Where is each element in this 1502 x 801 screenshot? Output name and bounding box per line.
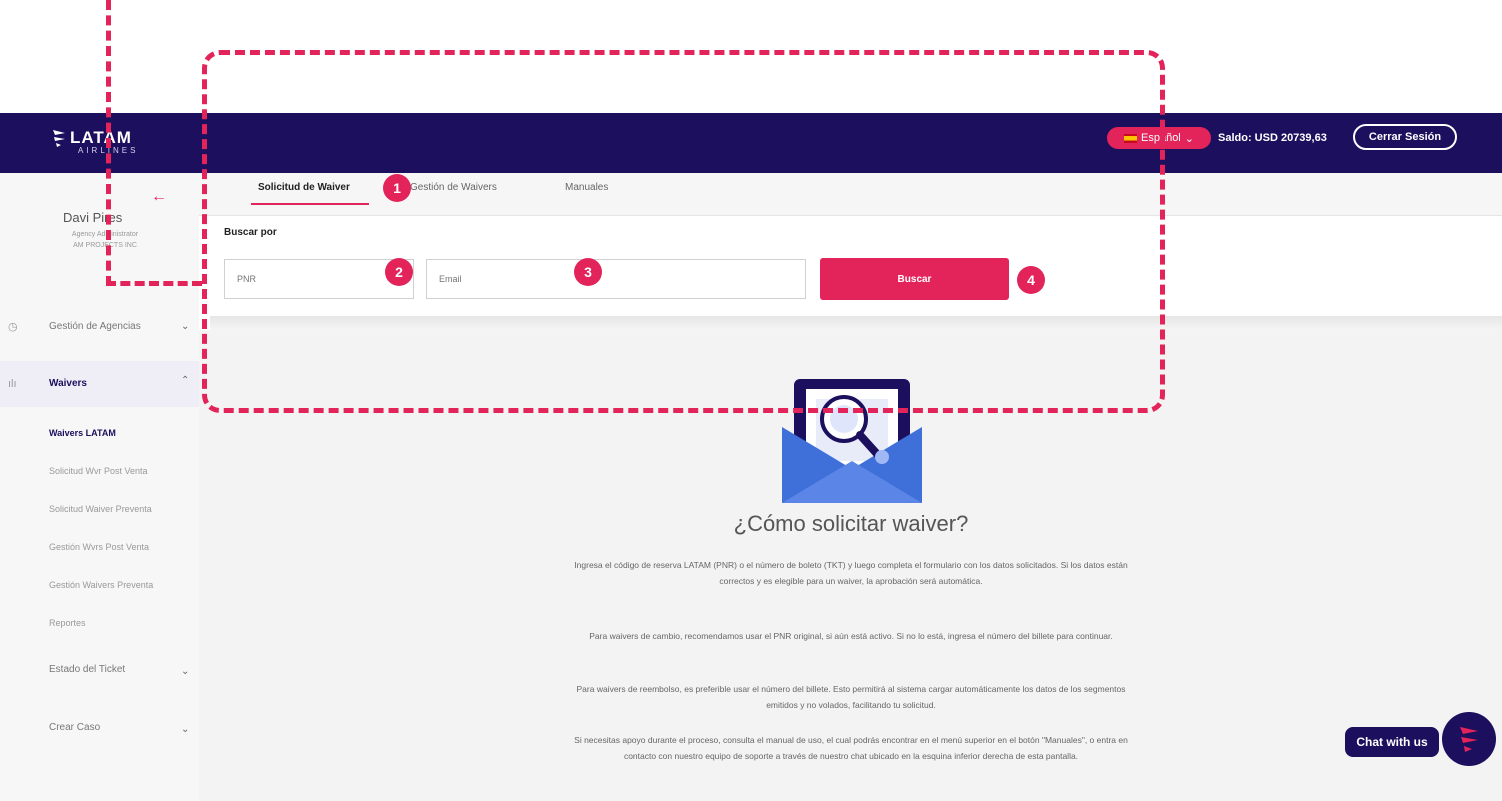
annotation-dashed-connector xyxy=(106,281,202,286)
instructions-paragraph-4: Si necesitas apoyo durante el proceso, c… xyxy=(574,735,1128,761)
sidebar-active-bg xyxy=(0,361,199,407)
page-title: ¿Cómo solicitar waiver? xyxy=(733,511,969,536)
sidebar-subitem-gestion-preventa[interactable]: Gestión Waivers Preventa xyxy=(49,580,153,590)
sidebar-subitem-solicitud-preventa[interactable]: Solicitud Waiver Preventa xyxy=(49,504,152,514)
chevron-down-icon[interactable]: ⌄ xyxy=(181,724,189,735)
annotation-dashed-line xyxy=(106,0,111,286)
chevron-down-icon: ⌄ xyxy=(1184,132,1194,145)
sidebar-item-ticket-status[interactable]: Estado del Ticket xyxy=(49,664,125,675)
sidebar-subitem-waivers-latam[interactable]: Waivers LATAM xyxy=(49,428,116,438)
user-role-line1: Agency Administrator xyxy=(71,231,139,238)
step-badge-1: 1 xyxy=(383,174,411,202)
instructions-paragraph-2: Para waivers de cambio, recomendamos usa… xyxy=(589,631,1113,641)
step-badge-4: 4 xyxy=(1017,266,1045,294)
sidebar-item-create-case[interactable]: Crear Caso xyxy=(49,722,100,733)
logout-button[interactable]: Cerrar Sesión xyxy=(1353,124,1457,150)
balance-label: Saldo: USD 20739,63 xyxy=(1218,132,1327,144)
chevron-down-icon[interactable]: ⌄ xyxy=(181,666,189,677)
step-badge-3: 3 xyxy=(574,258,602,286)
sidebar-subitem-solicitud-post-venta[interactable]: Solicitud Wvr Post Venta xyxy=(49,466,148,476)
brand-name: LATAM xyxy=(70,128,132,147)
sidebar-subitem-reportes[interactable]: Reportes xyxy=(49,618,86,628)
back-arrow-icon[interactable]: ← xyxy=(151,188,167,206)
instructions-paragraph-1: Ingresa el código de reserva LATAM (PNR)… xyxy=(574,560,1128,586)
chat-button[interactable]: Chat with us xyxy=(1345,727,1439,757)
waivers-icon: ılı xyxy=(8,378,17,390)
annotation-dashed-box xyxy=(202,50,1165,413)
sidebar xyxy=(0,173,199,801)
agency-icon: ◷ xyxy=(8,321,18,333)
step-badge-2: 2 xyxy=(385,258,413,286)
chat-avatar-icon[interactable] xyxy=(1442,712,1496,766)
sidebar-subitem-gestion-post-venta[interactable]: Gestión Wvrs Post Venta xyxy=(49,542,149,552)
user-role: Agency Administrator AM PROJECTS INC xyxy=(50,229,160,251)
user-company: AM PROJECTS INC xyxy=(73,242,137,249)
user-name: Davi Pires xyxy=(63,210,123,225)
instructions-paragraph-3: Para waivers de reembolso, es preferible… xyxy=(576,684,1126,710)
latam-logo-icon xyxy=(53,130,65,147)
chevron-down-icon[interactable]: ⌄ xyxy=(181,321,189,332)
latam-logo-icon xyxy=(1460,727,1478,752)
chevron-up-icon[interactable]: ⌃ xyxy=(181,375,189,386)
sidebar-item-waivers[interactable]: Waivers xyxy=(49,378,87,389)
sidebar-item-agency-management[interactable]: Gestión de Agencias xyxy=(49,321,141,332)
